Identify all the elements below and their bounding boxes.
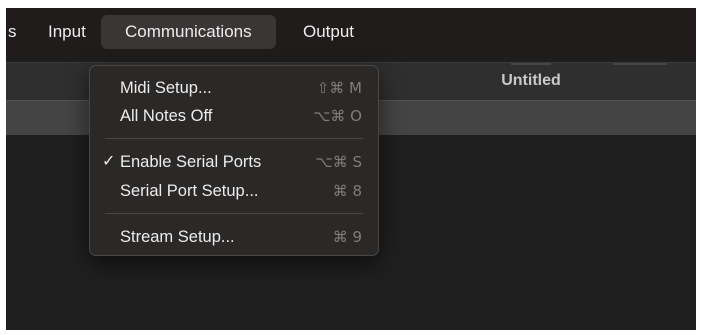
communications-menu: Midi Setup... ⇧⌘ M All Notes Off ⌥⌘ O ✓ … [89, 65, 379, 256]
menubar-item-truncated[interactable]: s [6, 15, 27, 49]
menu-item-label: All Notes Off [120, 107, 213, 125]
menu-separator [105, 138, 363, 139]
menu-item-enable-serial-ports[interactable]: ✓ Enable Serial Ports ⌥⌘ S [96, 149, 372, 175]
window-title: Untitled [501, 72, 561, 89]
menu-item-shortcut: ⌘ 8 [332, 182, 362, 200]
screen: s Input Communications Output Untitled M… [0, 0, 702, 335]
menu-item-label: Stream Setup... [120, 228, 235, 246]
menu-item-all-notes-off[interactable]: All Notes Off ⌥⌘ O [96, 103, 372, 129]
menu-item-shortcut: ⇧⌘ M [316, 79, 362, 97]
menu-bar: s Input Communications Output [6, 8, 696, 58]
menu-item-serial-port-setup[interactable]: Serial Port Setup... ⌘ 8 [96, 178, 372, 204]
menubar-item-output[interactable]: Output [293, 15, 364, 49]
checkmark-icon: ✓ [102, 153, 116, 170]
menu-item-shortcut: ⌘ 9 [332, 228, 362, 246]
menu-item-label: Serial Port Setup... [120, 182, 259, 200]
menu-item-shortcut: ⌥⌘ O [313, 107, 362, 125]
menu-item-shortcut: ⌥⌘ S [315, 153, 362, 171]
menu-item-stream-setup[interactable]: Stream Setup... ⌘ 9 [96, 224, 372, 250]
menubar-item-input[interactable]: Input [38, 15, 96, 49]
menubar-item-communications[interactable]: Communications [101, 15, 276, 49]
menu-item-label: Midi Setup... [120, 79, 212, 97]
menu-separator [105, 213, 363, 214]
menu-item-midi-setup[interactable]: Midi Setup... ⇧⌘ M [96, 75, 372, 101]
menu-item-label: Enable Serial Ports [120, 153, 262, 171]
